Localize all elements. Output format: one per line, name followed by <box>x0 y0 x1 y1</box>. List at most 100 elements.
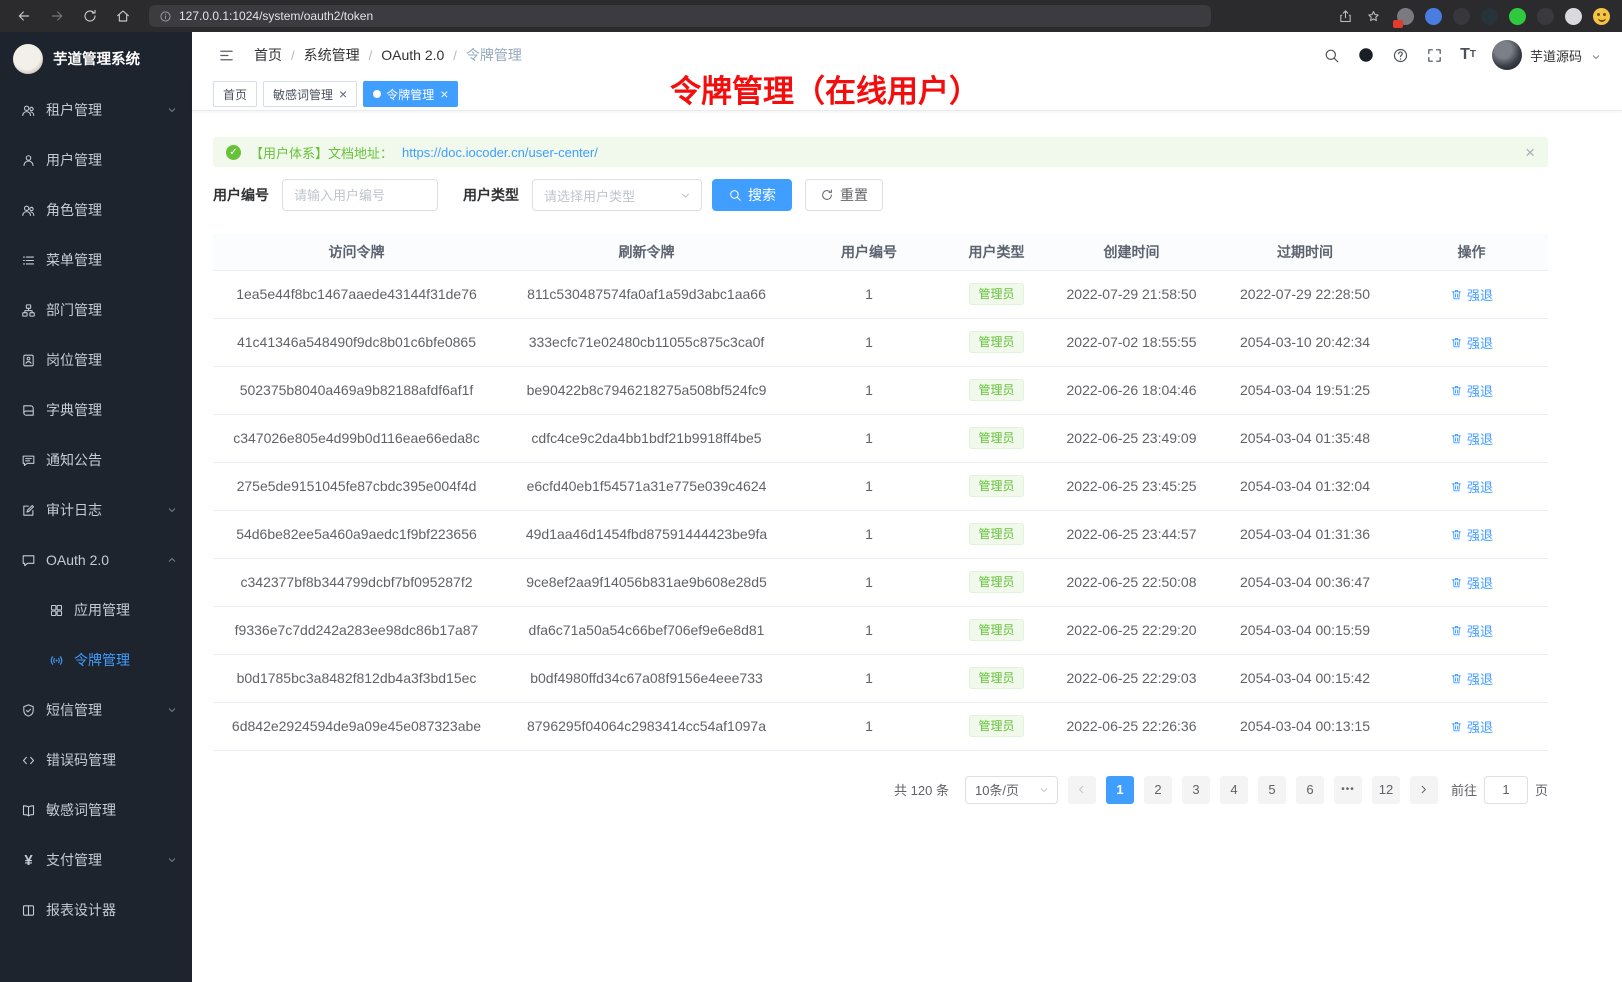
more-pages-button[interactable]: ••• <box>1334 776 1362 804</box>
search-icon[interactable] <box>1323 47 1340 64</box>
table-row: c347026e805e4d99b0d116eae66eda8ccdfc4ce9… <box>213 414 1548 462</box>
page-button-3[interactable]: 3 <box>1182 776 1210 804</box>
user-type-cell: 管理员 <box>945 414 1048 462</box>
sidebar-item-pay[interactable]: ¥支付管理 <box>0 835 192 885</box>
force-logout-button[interactable]: 强退 <box>1450 525 1493 544</box>
table-row: 275e5de9151045fe87cbdc395e004f4de6cfd40e… <box>213 462 1548 510</box>
force-logout-button[interactable]: 强退 <box>1450 381 1493 400</box>
force-logout-button[interactable]: 强退 <box>1450 429 1493 448</box>
force-logout-button[interactable]: 强退 <box>1450 573 1493 592</box>
column-header: 创建时间 <box>1048 234 1215 270</box>
extension-green-icon[interactable] <box>1509 8 1526 25</box>
close-icon[interactable]: × <box>440 87 448 101</box>
user-type-select[interactable]: 请选择用户类型 <box>532 179 702 211</box>
edit-note-icon <box>21 503 36 518</box>
breadcrumb-item[interactable]: 系统管理 <box>304 45 360 65</box>
sidebar-item-dict[interactable]: 字典管理 <box>0 385 192 435</box>
action-cell: 强退 <box>1395 318 1548 366</box>
extension-dark-2-icon[interactable] <box>1537 8 1554 25</box>
font-size-icon[interactable]: TT <box>1460 47 1476 63</box>
search-button[interactable]: 搜索 <box>712 179 792 211</box>
github-icon[interactable] <box>1357 46 1375 64</box>
user-id-cell: 1 <box>793 462 945 510</box>
force-logout-button[interactable]: 强退 <box>1450 621 1493 640</box>
view-tab[interactable]: 敏感词管理× <box>263 81 357 107</box>
expire-time-cell: 2054-03-04 00:13:15 <box>1215 702 1395 750</box>
sidebar-item-errcode[interactable]: 错误码管理 <box>0 735 192 785</box>
user-id-cell: 1 <box>793 654 945 702</box>
sidebar-item-oauth[interactable]: OAuth 2.0 <box>0 535 192 585</box>
sidebar-item-post[interactable]: 岗位管理 <box>0 335 192 385</box>
profile-avatar-icon[interactable] <box>1593 8 1610 25</box>
view-tab[interactable]: 令牌管理× <box>363 81 458 107</box>
extension-blue-icon[interactable] <box>1425 8 1442 25</box>
page-button-5[interactable]: 5 <box>1258 776 1286 804</box>
sidebar-item-label: OAuth 2.0 <box>46 552 109 568</box>
page-size-select[interactable]: 10条/页 <box>965 776 1058 804</box>
alert-link[interactable]: https://doc.iocoder.cn/user-center/ <box>402 145 598 160</box>
sidebar-item-notice[interactable]: 通知公告 <box>0 435 192 485</box>
trash-icon <box>1450 624 1463 637</box>
address-bar[interactable]: 127.0.0.1:1024/system/oauth2/token <box>149 5 1211 27</box>
user-type-tag: 管理员 <box>969 379 1023 401</box>
doc-alert: ✓ 【用户体系】文档地址： https://doc.iocoder.cn/use… <box>213 137 1548 167</box>
user-id-input[interactable] <box>282 179 438 211</box>
page-button-6[interactable]: 6 <box>1296 776 1324 804</box>
fullscreen-icon[interactable] <box>1426 47 1443 64</box>
page-button-1[interactable]: 1 <box>1106 776 1134 804</box>
sidebar-item-role[interactable]: 角色管理 <box>0 185 192 235</box>
extension-dark-1-icon[interactable] <box>1453 8 1470 25</box>
url-text: 127.0.0.1:1024/system/oauth2/token <box>179 9 373 23</box>
sidebar-item-user[interactable]: 用户管理 <box>0 135 192 185</box>
page-button-2[interactable]: 2 <box>1144 776 1172 804</box>
sidebar-item-sms[interactable]: 短信管理 <box>0 685 192 735</box>
reload-icon[interactable] <box>82 8 98 24</box>
sidebar-item-menu[interactable]: 菜单管理 <box>0 235 192 285</box>
pagination: 共 120 条 10条/页 123456•••12 前往 页 <box>213 776 1548 804</box>
menu-fold-icon[interactable] <box>218 47 235 64</box>
prev-page-button[interactable] <box>1068 776 1096 804</box>
sidebar-item-sensitive[interactable]: 敏感词管理 <box>0 785 192 835</box>
sidebar-item-label: 令牌管理 <box>74 650 130 670</box>
trash-icon <box>1450 720 1463 733</box>
sidebar-item-label: 字典管理 <box>46 400 102 420</box>
next-page-button[interactable] <box>1410 776 1438 804</box>
sidebar-item-app[interactable]: 应用管理 <box>0 585 192 635</box>
extension-grid-icon[interactable] <box>1397 8 1414 25</box>
goto-label: 前往 <box>1451 780 1477 799</box>
sidebar-item-dept[interactable]: 部门管理 <box>0 285 192 335</box>
page-button-4[interactable]: 4 <box>1220 776 1248 804</box>
back-icon[interactable] <box>16 8 32 24</box>
user-menu[interactable]: 芋道源码 <box>1492 40 1602 70</box>
force-logout-button[interactable]: 强退 <box>1450 285 1493 304</box>
chevron-down-icon <box>166 854 178 866</box>
force-logout-button[interactable]: 强退 <box>1450 669 1493 688</box>
close-icon[interactable]: × <box>1525 144 1535 161</box>
column-header: 过期时间 <box>1215 234 1395 270</box>
home-icon[interactable] <box>115 8 131 24</box>
close-icon[interactable]: × <box>339 87 347 101</box>
app-logo[interactable]: 芋道管理系统 <box>0 32 192 85</box>
force-logout-button[interactable]: 强退 <box>1450 333 1493 352</box>
sidebar-item-log[interactable]: 审计日志 <box>0 485 192 535</box>
reset-button[interactable]: 重置 <box>805 179 883 211</box>
info-icon[interactable] <box>159 10 172 23</box>
breadcrumb-item[interactable]: OAuth 2.0 <box>381 47 444 63</box>
view-tab[interactable]: 首页 <box>213 81 257 107</box>
goto-page-input[interactable] <box>1484 776 1528 804</box>
user-type-tag: 管理员 <box>969 427 1023 449</box>
breadcrumb-item[interactable]: 首页 <box>254 45 282 65</box>
help-icon[interactable] <box>1392 47 1409 64</box>
sidebar-item-report[interactable]: 报表设计器 <box>0 885 192 935</box>
page-button-12[interactable]: 12 <box>1372 776 1400 804</box>
force-logout-button[interactable]: 强退 <box>1450 717 1493 736</box>
share-icon[interactable] <box>1338 9 1353 24</box>
extension-reader-icon[interactable] <box>1565 8 1582 25</box>
sidebar-item-tenant[interactable]: 租户管理 <box>0 85 192 135</box>
forward-icon[interactable] <box>49 8 65 24</box>
breadcrumb-separator: / <box>369 48 373 63</box>
extension-dark-green-icon[interactable] <box>1481 8 1498 25</box>
bookmark-star-icon[interactable] <box>1366 9 1381 24</box>
sidebar-item-token[interactable]: 令牌管理 <box>0 635 192 685</box>
force-logout-button[interactable]: 强退 <box>1450 477 1493 496</box>
